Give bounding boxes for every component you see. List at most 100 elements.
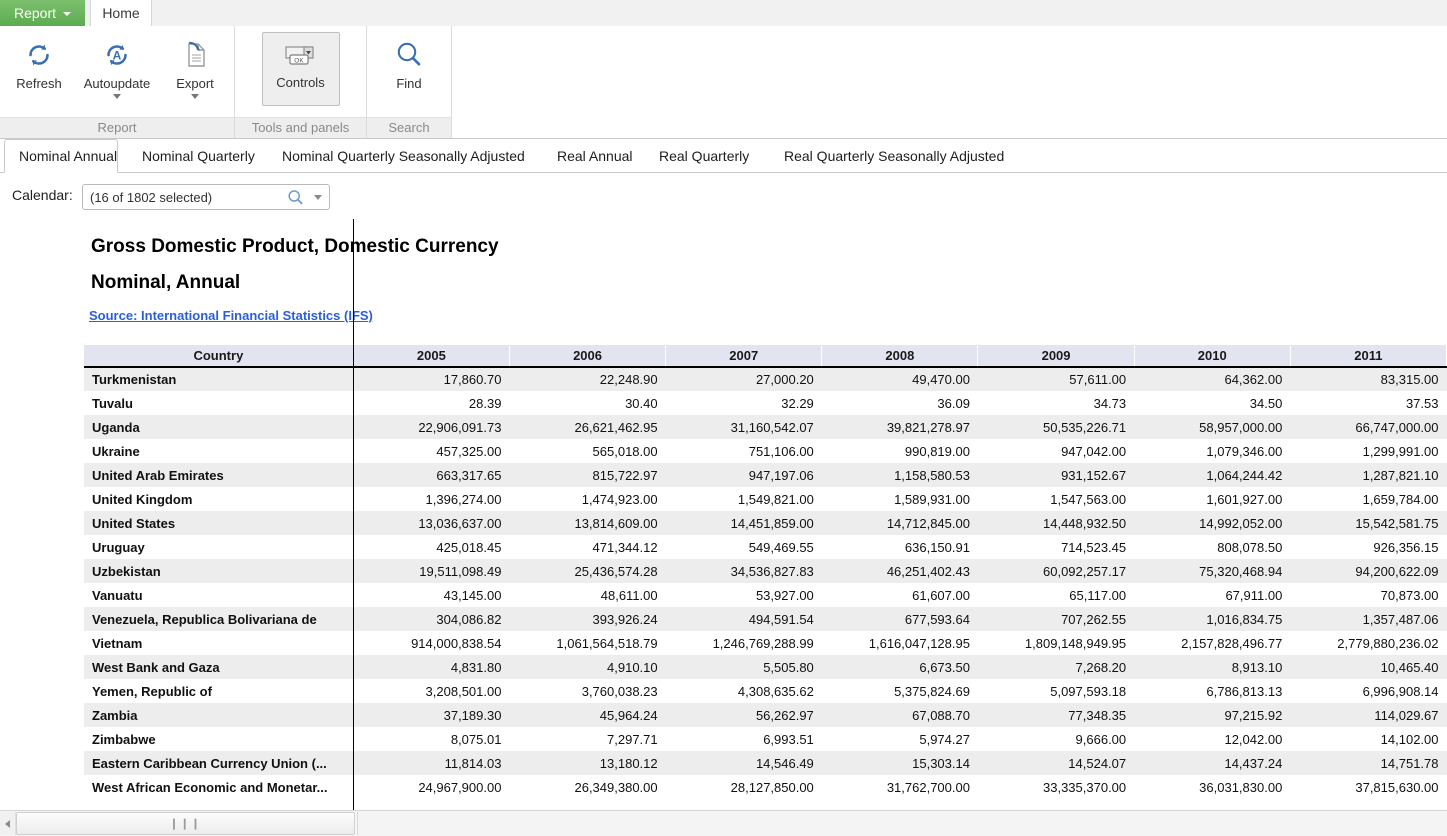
- controls-button[interactable]: OK Controls: [262, 32, 340, 106]
- cell-value: 31,762,700.00: [822, 775, 978, 799]
- cell-value: 1,809,148,949.95: [978, 631, 1134, 655]
- column-header-2009[interactable]: 2009: [978, 345, 1134, 367]
- calendar-filter-label: Calendar:: [12, 187, 73, 203]
- controls-icon: OK: [280, 43, 322, 73]
- cell-value: 37,815,630.00: [1290, 775, 1446, 799]
- table-row[interactable]: United Arab Emirates663,317.65815,722.97…: [84, 463, 1447, 487]
- tab-nominal-quarterly[interactable]: Nominal Quarterly: [128, 139, 269, 172]
- cell-value: 75,320,468.94: [1134, 559, 1290, 583]
- tab-real-quarterly[interactable]: Real Quarterly: [645, 139, 763, 172]
- table-row[interactable]: Tuvalu28.3930.4032.2936.0934.7334.5037.5…: [84, 391, 1447, 415]
- table-row[interactable]: Zambia37,189.3045,964.2456,262.9767,088.…: [84, 703, 1447, 727]
- cell-value: 6,786,813.13: [1134, 679, 1290, 703]
- column-header-2007[interactable]: 2007: [666, 345, 822, 367]
- source-link[interactable]: Source: International Financial Statisti…: [89, 308, 373, 323]
- table-row[interactable]: United States13,036,637.0013,814,609.001…: [84, 511, 1447, 535]
- search-icon[interactable]: [283, 189, 307, 206]
- tab-home[interactable]: Home: [90, 0, 152, 26]
- cell-value: 22,248.90: [509, 367, 665, 391]
- cell-value: 31,160,542.07: [666, 415, 822, 439]
- calendar-filter-field[interactable]: (16 of 1802 selected): [82, 184, 330, 210]
- cell-value: 8,913.10: [1134, 655, 1290, 679]
- scrollbar-thumb[interactable]: ❙❙❙: [16, 812, 355, 835]
- table-row[interactable]: Eastern Caribbean Currency Union (...11,…: [84, 751, 1447, 775]
- table-row[interactable]: Uruguay425,018.45471,344.12549,469.55636…: [84, 535, 1447, 559]
- cell-country: Vanuatu: [84, 583, 353, 607]
- table-row[interactable]: West African Economic and Monetar...24,9…: [84, 775, 1447, 799]
- svg-text:OK: OK: [294, 57, 304, 64]
- pane-splitter-handle[interactable]: [353, 219, 354, 810]
- export-button[interactable]: Export: [156, 30, 234, 99]
- column-header-country[interactable]: Country: [84, 345, 353, 367]
- table-row[interactable]: Zimbabwe8,075.017,297.716,993.515,974.27…: [84, 727, 1447, 751]
- table-row[interactable]: United Kingdom1,396,274.001,474,923.001,…: [84, 487, 1447, 511]
- cell-value: 19,511,098.49: [353, 559, 509, 583]
- cell-value: 14,102.00: [1290, 727, 1446, 751]
- tab-real-quarterly-seasonally-adjusted[interactable]: Real Quarterly Seasonally Adjusted: [770, 139, 1018, 172]
- column-header-2006[interactable]: 2006: [509, 345, 665, 367]
- report-menu-tab[interactable]: Report: [0, 0, 85, 26]
- table-row[interactable]: Venezuela, Republica Bolivariana de304,0…: [84, 607, 1447, 631]
- cell-value: 663,317.65: [353, 463, 509, 487]
- cell-value: 17,860.70: [353, 367, 509, 391]
- table-row[interactable]: West Bank and Gaza4,831.804,910.105,505.…: [84, 655, 1447, 679]
- ribbon-group-tools-label: Tools and panels: [235, 117, 366, 138]
- table-row[interactable]: Uganda22,906,091.7326,621,462.9531,160,5…: [84, 415, 1447, 439]
- find-button[interactable]: Find: [367, 30, 451, 91]
- cell-country: United States: [84, 511, 353, 535]
- table-row[interactable]: Vietnam914,000,838.541,061,564,518.791,2…: [84, 631, 1447, 655]
- cell-value: 53,927.00: [666, 583, 822, 607]
- scroll-left-button[interactable]: [0, 812, 16, 835]
- cell-value: 64,362.00: [1134, 367, 1290, 391]
- cell-value: 7,268.20: [978, 655, 1134, 679]
- cell-value: 1,299,991.00: [1290, 439, 1446, 463]
- cell-value: 565,018.00: [509, 439, 665, 463]
- column-header-2010[interactable]: 2010: [1134, 345, 1290, 367]
- cell-value: 94,200,622.09: [1290, 559, 1446, 583]
- table-row[interactable]: Uzbekistan19,511,098.4925,436,574.2834,5…: [84, 559, 1447, 583]
- column-header-2011[interactable]: 2011: [1290, 345, 1446, 367]
- cell-value: 56,262.97: [666, 703, 822, 727]
- report-menu-tab-label: Report: [14, 5, 56, 21]
- cell-value: 36.09: [822, 391, 978, 415]
- chevron-down-icon[interactable]: [307, 195, 329, 200]
- cell-value: 926,356.15: [1290, 535, 1446, 559]
- cell-value: 30.40: [509, 391, 665, 415]
- column-header-2008[interactable]: 2008: [822, 345, 978, 367]
- autoupdate-icon: A: [100, 36, 134, 74]
- horizontal-scrollbar[interactable]: ❙❙❙: [0, 810, 1447, 836]
- tab-real-annual[interactable]: Real Annual: [543, 139, 647, 172]
- cell-value: 6,993.51: [666, 727, 822, 751]
- table-row[interactable]: Vanuatu43,145.0048,611.0053,927.0061,607…: [84, 583, 1447, 607]
- cell-value: 4,910.10: [509, 655, 665, 679]
- export-button-label: Export: [176, 77, 214, 91]
- cell-value: 4,831.80: [353, 655, 509, 679]
- cell-value: 22,906,091.73: [353, 415, 509, 439]
- tab-nominal-annual[interactable]: Nominal Annual: [4, 139, 118, 173]
- tab-nominal-quarterly-seasonally-adjusted[interactable]: Nominal Quarterly Seasonally Adjusted: [268, 139, 539, 172]
- refresh-button[interactable]: Refresh: [0, 30, 78, 91]
- table-row[interactable]: Turkmenistan17,860.7022,248.9027,000.204…: [84, 367, 1447, 391]
- cell-value: 549,469.55: [666, 535, 822, 559]
- chevron-down-icon[interactable]: [191, 94, 199, 99]
- column-header-2005[interactable]: 2005: [353, 345, 509, 367]
- cell-value: 1,357,487.06: [1290, 607, 1446, 631]
- cell-value: 815,722.97: [509, 463, 665, 487]
- table-row[interactable]: Ukraine457,325.00565,018.00751,106.00990…: [84, 439, 1447, 463]
- report-body: Gross Domestic Product, Domestic Currenc…: [0, 219, 1447, 810]
- autoupdate-button[interactable]: A Autoupdate: [78, 30, 156, 99]
- cell-value: 67,088.70: [822, 703, 978, 727]
- chevron-down-icon[interactable]: [113, 94, 121, 99]
- cell-value: 14,451,859.00: [666, 511, 822, 535]
- cell-value: 1,158,580.53: [822, 463, 978, 487]
- cell-value: 60,092,257.17: [978, 559, 1134, 583]
- cell-value: 636,150.91: [822, 535, 978, 559]
- cell-value: 24,967,900.00: [353, 775, 509, 799]
- cell-value: 36,031,830.00: [1134, 775, 1290, 799]
- cell-country: Uzbekistan: [84, 559, 353, 583]
- cell-country: Venezuela, Republica Bolivariana de: [84, 607, 353, 631]
- table-row[interactable]: Yemen, Republic of3,208,501.003,760,038.…: [84, 679, 1447, 703]
- cell-value: 471,344.12: [509, 535, 665, 559]
- cell-value: 1,549,821.00: [666, 487, 822, 511]
- cell-value: 1,061,564,518.79: [509, 631, 665, 655]
